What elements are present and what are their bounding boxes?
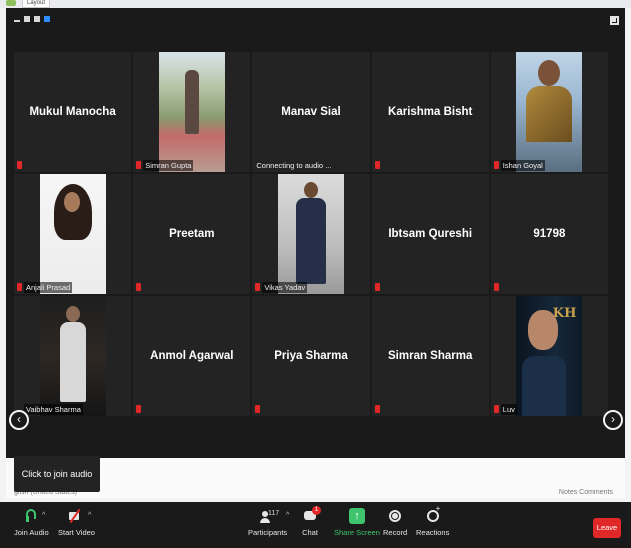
participant-name: Mukul Manocha [29,106,116,118]
participant-label: Vikas Yadav [262,282,308,293]
participant-video: KH [516,296,583,416]
video-tile[interactable]: Simran Sharma [371,296,489,416]
participant-video [158,52,225,172]
video-tile[interactable]: Manav Sial Connecting to audio ... [252,52,370,172]
chat-icon: 1 [302,506,321,524]
next-page-button[interactable]: › [603,410,623,430]
participant-name: Preetam [169,228,215,240]
grid-medium-icon[interactable] [34,16,40,22]
mic-muted-icon [17,161,22,169]
participant-label: Simran Gupta [143,160,194,171]
participant-name: 91798 [533,228,566,240]
participants-count: 117 [268,510,280,517]
join-audio-tooltip: Click to join audio [14,456,100,492]
participant-name: Anmol Agarwal [150,350,234,362]
participant-label: Luv [500,404,517,415]
mic-muted-icon [136,283,142,291]
share-screen-label: Share Screen [334,528,380,537]
logo-mark-icon: KH [552,306,577,321]
leave-button[interactable]: Leave [593,518,621,538]
video-tile[interactable]: KH Luv [490,296,608,416]
video-tile[interactable]: Ishan Goyal [490,52,608,172]
participant-name: Priya Sharma [274,350,348,362]
headphones-icon [23,508,39,524]
mic-muted-icon [255,405,261,413]
chevron-right-icon: › [611,412,615,426]
chat-badge: 1 [312,506,321,515]
layout-tab[interactable]: Layout [22,0,51,8]
mic-muted-icon [374,283,380,291]
video-tile[interactable]: Priya Sharma [252,296,370,416]
participant-video [277,174,344,294]
participant-label: Anjali Prasad [24,282,73,293]
mic-muted-icon [136,405,142,413]
share-screen-icon [348,508,365,524]
participant-video [39,296,106,416]
gallery-grid: Mukul Manocha Simran Gupta Manav Sial Co… [14,52,608,416]
participant-name: Simran Sharma [388,350,473,362]
chat-button[interactable]: 1 Chat [302,506,321,537]
mic-muted-icon [136,161,142,169]
notes-comments-status: Notes Comments [558,489,613,496]
browser-strip: Layout [0,0,631,8]
video-tile[interactable]: Ibtsam Qureshi [371,174,489,294]
audio-status: Connecting to audio ... [256,161,332,170]
chevron-left-icon: ‹ [17,412,21,426]
video-off-icon [68,508,84,524]
mic-muted-icon [17,283,22,291]
mic-muted-icon [493,283,499,291]
participant-name: Ibtsam Qureshi [388,228,473,240]
fullscreen-icon[interactable] [610,16,619,25]
record-button[interactable]: Record [383,508,407,537]
participant-name: Manav Sial [281,106,341,118]
record-label: Record [383,528,408,537]
video-tile[interactable]: Vikas Yadav [252,174,370,294]
chat-label: Chat [302,528,318,537]
participant-video [39,174,106,294]
participants-label: Participants [248,528,288,537]
video-tile[interactable]: Anjali Prasad [14,174,132,294]
record-icon [387,508,403,524]
video-tile[interactable]: 91798 [490,174,608,294]
mic-muted-icon [255,283,261,291]
participant-label: Vaibhav Sharma [24,404,83,415]
video-tile[interactable]: Mukul Manocha [14,52,132,172]
join-audio-label: Join Audio [14,528,49,537]
app-logo-icon [6,0,16,6]
participant-name: Karishma Bisht [388,106,473,118]
video-options-caret-icon[interactable]: ^ [88,512,91,519]
minimize-icon[interactable] [14,20,20,22]
video-tile[interactable]: Simran Gupta [133,52,251,172]
grid-small-icon[interactable] [24,16,30,22]
video-tile[interactable]: Preetam [133,174,251,294]
gallery-view-icon[interactable] [44,16,50,22]
video-tile[interactable]: Vaibhav Sharma [14,296,132,416]
start-video-label: Start Video [58,528,95,537]
video-tile[interactable]: Karishma Bisht [371,52,489,172]
prev-page-button[interactable]: ‹ [9,410,29,430]
share-screen-button[interactable]: Share Screen [334,508,380,537]
participant-video [516,52,583,172]
reactions-icon [425,504,441,524]
participant-label: Ishan Goyal [500,160,545,171]
audio-options-caret-icon[interactable]: ^ [42,512,45,519]
reactions-label: Reactions [416,528,450,537]
participants-caret-icon[interactable]: ^ [286,512,289,519]
reactions-button[interactable]: Reactions [416,504,450,537]
meeting-toolbar: Join Audio ^ Start Video ^ Participants … [0,502,631,548]
mic-muted-icon [493,161,499,169]
view-controls [14,16,50,22]
mic-muted-icon [374,161,380,169]
mic-muted-icon [374,405,380,413]
mic-muted-icon [493,405,499,413]
video-tile[interactable]: Anmol Agarwal [133,296,251,416]
